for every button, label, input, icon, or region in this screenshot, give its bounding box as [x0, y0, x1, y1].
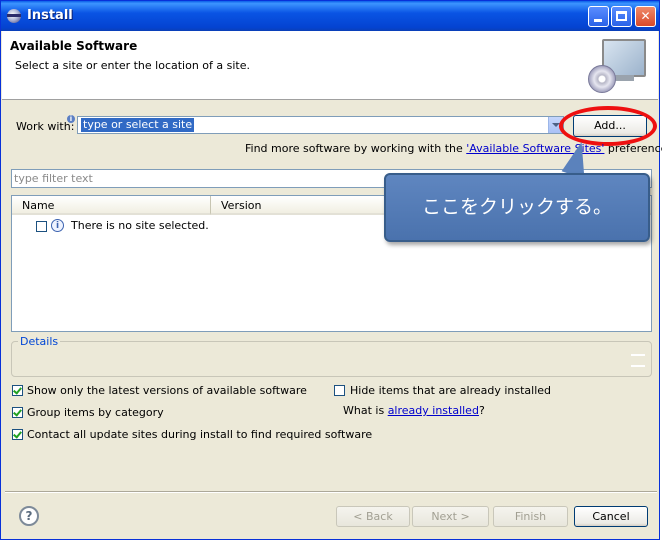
- minimize-icon: [594, 19, 602, 22]
- cancel-button[interactable]: Cancel: [574, 506, 648, 527]
- details-group: Details: [11, 335, 652, 377]
- finish-button[interactable]: Finish: [493, 506, 568, 527]
- details-label: Details: [18, 335, 61, 348]
- row-text: There is no site selected.: [71, 219, 209, 232]
- install-monitor-icon: [588, 37, 646, 95]
- help-icon[interactable]: ?: [19, 506, 39, 526]
- hide-installed-checkbox[interactable]: [334, 385, 345, 396]
- page-subtitle: Select a site or enter the location of a…: [15, 59, 251, 72]
- maximize-icon: [616, 11, 627, 21]
- work-with-label: Work with:: [16, 120, 75, 133]
- group-items-checkbox[interactable]: [12, 407, 23, 418]
- hide-installed-label[interactable]: Hide items that are already installed: [350, 384, 551, 397]
- show-latest-label[interactable]: Show only the latest versions of availab…: [27, 384, 307, 397]
- work-with-combo[interactable]: type or select a site: [77, 116, 564, 134]
- install-window: Install ✕ Available Software Select a si…: [0, 0, 662, 540]
- filter-placeholder: type filter text: [14, 172, 93, 185]
- next-button[interactable]: Next >: [412, 506, 489, 527]
- back-button[interactable]: < Back: [336, 506, 410, 527]
- close-button[interactable]: ✕: [635, 6, 656, 27]
- title-bar[interactable]: Install ✕: [1, 1, 659, 31]
- show-latest-checkbox[interactable]: [12, 385, 23, 396]
- column-header-name[interactable]: Name: [12, 196, 211, 215]
- find-more-text: Find more software by working with the '…: [245, 142, 662, 155]
- info-icon: i: [51, 219, 64, 232]
- wizard-header: Available Software Select a site or ente…: [2, 31, 658, 100]
- what-is-prefix: What is: [343, 404, 388, 417]
- eclipse-icon: [7, 9, 21, 23]
- already-installed-link[interactable]: already installed: [388, 404, 479, 417]
- row-checkbox[interactable]: [36, 221, 47, 232]
- what-is-installed-text: What is already installed?: [343, 404, 485, 417]
- close-icon: ✕: [640, 9, 651, 23]
- cd-icon: [588, 65, 616, 93]
- contact-sites-checkbox[interactable]: [12, 429, 23, 440]
- button-separator: [5, 491, 657, 493]
- column-header-version[interactable]: Version: [211, 196, 391, 215]
- resize-grip-icon[interactable]: [631, 354, 645, 367]
- find-more-prefix: Find more software by working with the: [245, 142, 467, 155]
- find-more-suffix: preferences.: [607, 142, 662, 155]
- info-icon: i: [67, 115, 75, 123]
- minimize-button[interactable]: [588, 6, 609, 27]
- what-is-suffix: ?: [478, 404, 485, 417]
- contact-sites-label[interactable]: Contact all update sites during install …: [27, 428, 372, 441]
- page-title: Available Software: [10, 39, 138, 53]
- group-items-label[interactable]: Group items by category: [27, 406, 164, 419]
- window-title: Install: [27, 8, 73, 23]
- annotation-callout: ここをクリックする。: [384, 173, 650, 242]
- work-with-value[interactable]: type or select a site: [81, 118, 195, 132]
- maximize-button[interactable]: [611, 6, 632, 27]
- callout-text: ここをクリックする。: [421, 196, 612, 218]
